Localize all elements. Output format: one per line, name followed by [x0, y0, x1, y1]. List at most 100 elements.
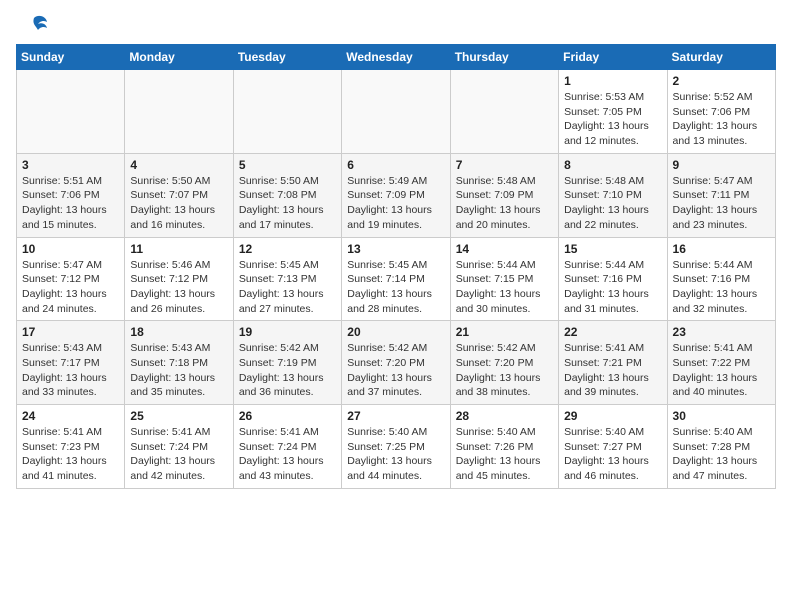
day-number: 23	[673, 325, 770, 339]
day-info: Sunrise: 5:44 AM Sunset: 7:16 PM Dayligh…	[673, 258, 770, 317]
day-number: 19	[239, 325, 336, 339]
day-info: Sunrise: 5:40 AM Sunset: 7:25 PM Dayligh…	[347, 425, 444, 484]
day-number: 22	[564, 325, 661, 339]
calendar-cell: 3 Sunrise: 5:51 AM Sunset: 7:06 PM Daylig…	[17, 153, 125, 237]
calendar-cell: 20 Sunrise: 5:42 AM Sunset: 7:20 PM Dayli…	[342, 321, 450, 405]
calendar-cell: 13 Sunrise: 5:45 AM Sunset: 7:14 PM Dayli…	[342, 237, 450, 321]
logo	[16, 16, 48, 36]
day-info: Sunrise: 5:40 AM Sunset: 7:26 PM Dayligh…	[456, 425, 553, 484]
day-info: Sunrise: 5:49 AM Sunset: 7:09 PM Dayligh…	[347, 174, 444, 233]
day-info: Sunrise: 5:45 AM Sunset: 7:14 PM Dayligh…	[347, 258, 444, 317]
day-number: 21	[456, 325, 553, 339]
day-number: 3	[22, 158, 119, 172]
day-info: Sunrise: 5:45 AM Sunset: 7:13 PM Dayligh…	[239, 258, 336, 317]
weekday-header-wednesday: Wednesday	[342, 45, 450, 70]
day-number: 29	[564, 409, 661, 423]
day-info: Sunrise: 5:41 AM Sunset: 7:23 PM Dayligh…	[22, 425, 119, 484]
logo-bird-icon	[20, 14, 48, 36]
day-number: 27	[347, 409, 444, 423]
day-number: 7	[456, 158, 553, 172]
calendar-cell: 15Sunrise: 5:44 AM Sunset: 7:16 PM Dayli…	[559, 237, 667, 321]
calendar-week-row: 17 Sunrise: 5:43 AM Sunset: 7:17 PM Dayli…	[17, 321, 776, 405]
calendar-cell: 1 Sunrise: 5:53 AM Sunset: 7:05 PM Daylig…	[559, 70, 667, 154]
calendar-cell: 9 Sunrise: 5:47 AM Sunset: 7:11 PM Daylig…	[667, 153, 775, 237]
weekday-header-tuesday: Tuesday	[233, 45, 341, 70]
day-number: 1	[564, 74, 661, 88]
day-number: 20	[347, 325, 444, 339]
calendar-cell	[17, 70, 125, 154]
day-info: Sunrise: 5:41 AM Sunset: 7:21 PM Dayligh…	[564, 341, 661, 400]
day-info: Sunrise: 5:50 AM Sunset: 7:08 PM Dayligh…	[239, 174, 336, 233]
calendar-cell: 12 Sunrise: 5:45 AM Sunset: 7:13 PM Dayli…	[233, 237, 341, 321]
day-number: 8	[564, 158, 661, 172]
day-number: 14	[456, 242, 553, 256]
calendar-cell: 30 Sunrise: 5:40 AM Sunset: 7:28 PM Dayli…	[667, 405, 775, 489]
calendar-cell: 8 Sunrise: 5:48 AM Sunset: 7:10 PM Daylig…	[559, 153, 667, 237]
day-number: 10	[22, 242, 119, 256]
calendar-cell: 23Sunrise: 5:41 AM Sunset: 7:22 PM Dayli…	[667, 321, 775, 405]
calendar-week-row: 3 Sunrise: 5:51 AM Sunset: 7:06 PM Daylig…	[17, 153, 776, 237]
day-number: 16	[673, 242, 770, 256]
day-info: Sunrise: 5:48 AM Sunset: 7:10 PM Dayligh…	[564, 174, 661, 233]
day-info: Sunrise: 5:47 AM Sunset: 7:11 PM Dayligh…	[673, 174, 770, 233]
weekday-header-saturday: Saturday	[667, 45, 775, 70]
day-info: Sunrise: 5:43 AM Sunset: 7:18 PM Dayligh…	[130, 341, 227, 400]
calendar-week-row: 24 Sunrise: 5:41 AM Sunset: 7:23 PM Dayli…	[17, 405, 776, 489]
calendar-week-row: 10 Sunrise: 5:47 AM Sunset: 7:12 PM Dayli…	[17, 237, 776, 321]
day-number: 9	[673, 158, 770, 172]
weekday-header-thursday: Thursday	[450, 45, 558, 70]
calendar-cell: 26 Sunrise: 5:41 AM Sunset: 7:24 PM Dayli…	[233, 405, 341, 489]
calendar-cell: 24 Sunrise: 5:41 AM Sunset: 7:23 PM Dayli…	[17, 405, 125, 489]
day-number: 11	[130, 242, 227, 256]
calendar-cell: 29 Sunrise: 5:40 AM Sunset: 7:27 PM Dayli…	[559, 405, 667, 489]
calendar-week-row: 1 Sunrise: 5:53 AM Sunset: 7:05 PM Daylig…	[17, 70, 776, 154]
day-info: Sunrise: 5:52 AM Sunset: 7:06 PM Dayligh…	[673, 90, 770, 149]
day-number: 30	[673, 409, 770, 423]
calendar-cell: 14 Sunrise: 5:44 AM Sunset: 7:15 PM Dayli…	[450, 237, 558, 321]
calendar-table: SundayMondayTuesdayWednesdayThursdayFrid…	[16, 44, 776, 489]
calendar-cell: 19 Sunrise: 5:42 AM Sunset: 7:19 PM Dayli…	[233, 321, 341, 405]
day-number: 5	[239, 158, 336, 172]
day-info: Sunrise: 5:51 AM Sunset: 7:06 PM Dayligh…	[22, 174, 119, 233]
weekday-header-sunday: Sunday	[17, 45, 125, 70]
calendar-cell: 10 Sunrise: 5:47 AM Sunset: 7:12 PM Dayli…	[17, 237, 125, 321]
calendar-cell: 18 Sunrise: 5:43 AM Sunset: 7:18 PM Dayli…	[125, 321, 233, 405]
day-info: Sunrise: 5:41 AM Sunset: 7:24 PM Dayligh…	[130, 425, 227, 484]
day-info: Sunrise: 5:42 AM Sunset: 7:20 PM Dayligh…	[347, 341, 444, 400]
calendar-cell: 21Sunrise: 5:42 AM Sunset: 7:20 PM Dayli…	[450, 321, 558, 405]
day-number: 18	[130, 325, 227, 339]
day-info: Sunrise: 5:41 AM Sunset: 7:24 PM Dayligh…	[239, 425, 336, 484]
day-number: 17	[22, 325, 119, 339]
day-info: Sunrise: 5:43 AM Sunset: 7:17 PM Dayligh…	[22, 341, 119, 400]
calendar-cell: 25Sunrise: 5:41 AM Sunset: 7:24 PM Dayli…	[125, 405, 233, 489]
day-info: Sunrise: 5:53 AM Sunset: 7:05 PM Dayligh…	[564, 90, 661, 149]
calendar-cell	[342, 70, 450, 154]
calendar-header-row: SundayMondayTuesdayWednesdayThursdayFrid…	[17, 45, 776, 70]
day-info: Sunrise: 5:40 AM Sunset: 7:28 PM Dayligh…	[673, 425, 770, 484]
calendar-cell: 16 Sunrise: 5:44 AM Sunset: 7:16 PM Dayli…	[667, 237, 775, 321]
calendar-cell: 28 Sunrise: 5:40 AM Sunset: 7:26 PM Dayli…	[450, 405, 558, 489]
calendar-cell: 11 Sunrise: 5:46 AM Sunset: 7:12 PM Dayli…	[125, 237, 233, 321]
day-info: Sunrise: 5:46 AM Sunset: 7:12 PM Dayligh…	[130, 258, 227, 317]
day-number: 2	[673, 74, 770, 88]
calendar-cell: 17 Sunrise: 5:43 AM Sunset: 7:17 PM Dayli…	[17, 321, 125, 405]
day-info: Sunrise: 5:42 AM Sunset: 7:19 PM Dayligh…	[239, 341, 336, 400]
day-info: Sunrise: 5:40 AM Sunset: 7:27 PM Dayligh…	[564, 425, 661, 484]
page-header	[16, 16, 776, 36]
day-info: Sunrise: 5:50 AM Sunset: 7:07 PM Dayligh…	[130, 174, 227, 233]
day-info: Sunrise: 5:47 AM Sunset: 7:12 PM Dayligh…	[22, 258, 119, 317]
day-number: 26	[239, 409, 336, 423]
day-number: 12	[239, 242, 336, 256]
weekday-header-friday: Friday	[559, 45, 667, 70]
day-info: Sunrise: 5:48 AM Sunset: 7:09 PM Dayligh…	[456, 174, 553, 233]
calendar-cell: 7 Sunrise: 5:48 AM Sunset: 7:09 PM Daylig…	[450, 153, 558, 237]
day-number: 24	[22, 409, 119, 423]
calendar-cell: 6Sunrise: 5:49 AM Sunset: 7:09 PM Daylig…	[342, 153, 450, 237]
calendar-cell: 5 Sunrise: 5:50 AM Sunset: 7:08 PM Daylig…	[233, 153, 341, 237]
day-number: 13	[347, 242, 444, 256]
weekday-header-monday: Monday	[125, 45, 233, 70]
day-number: 28	[456, 409, 553, 423]
day-info: Sunrise: 5:44 AM Sunset: 7:15 PM Dayligh…	[456, 258, 553, 317]
calendar-cell	[233, 70, 341, 154]
calendar-cell: 27 Sunrise: 5:40 AM Sunset: 7:25 PM Dayli…	[342, 405, 450, 489]
